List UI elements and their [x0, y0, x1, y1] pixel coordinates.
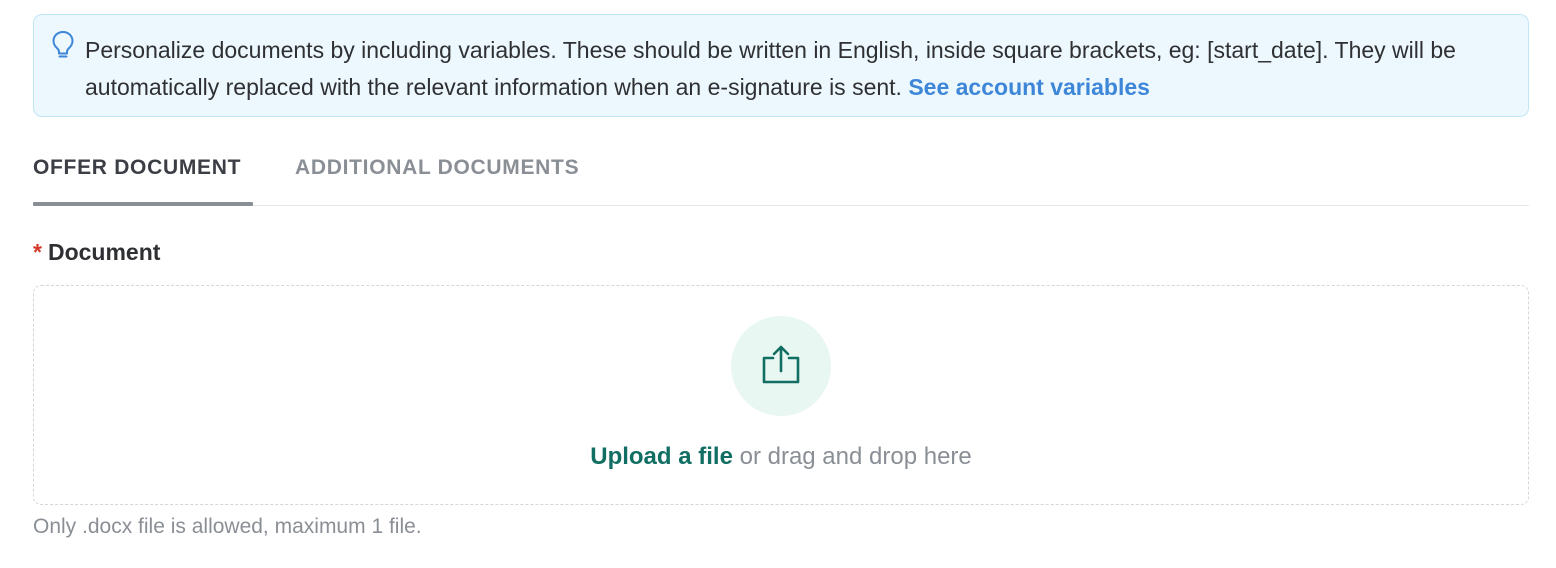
document-field-label: * Document [33, 239, 160, 266]
lightbulb-icon [50, 30, 76, 60]
tab-additional-documents[interactable]: ADDITIONAL DOCUMENTS [295, 156, 579, 180]
banner-message: Personalize documents by including varia… [85, 32, 1515, 106]
banner-text: Personalize documents by including varia… [85, 37, 1456, 100]
required-marker: * [33, 239, 42, 265]
tabs-divider [33, 205, 1529, 206]
see-account-variables-link[interactable]: See account variables [908, 74, 1150, 100]
info-banner: Personalize documents by including varia… [33, 14, 1529, 117]
document-tabs: OFFER DOCUMENT ADDITIONAL DOCUMENTS [33, 140, 1529, 206]
active-tab-indicator [33, 202, 253, 206]
upload-icon-circle [731, 316, 831, 416]
tab-offer-document[interactable]: OFFER DOCUMENT [33, 156, 241, 180]
upload-icon [762, 345, 800, 384]
file-hint: Only .docx file is allowed, maximum 1 fi… [33, 515, 422, 538]
document-label-text: Document [47, 239, 161, 265]
file-dropzone[interactable]: Upload a file or drag and drop here [33, 285, 1529, 505]
upload-file-link[interactable]: Upload a file [590, 443, 733, 470]
drag-drop-text: or drag and drop here [732, 443, 972, 470]
page: Personalize documents by including varia… [0, 0, 1556, 568]
upload-instructions: Upload a file or drag and drop here [34, 443, 1528, 471]
